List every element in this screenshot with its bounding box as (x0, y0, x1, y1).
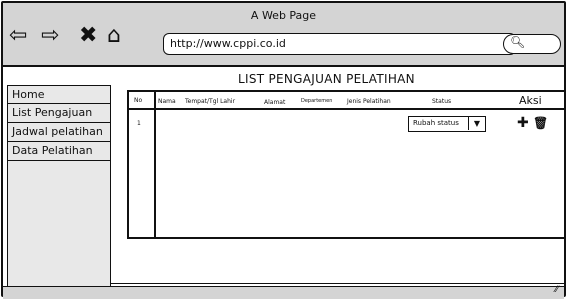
table-top-border (127, 90, 564, 92)
url-bar[interactable]: http://www.cppi.co.id (163, 33, 516, 55)
content-area (111, 65, 564, 284)
url-text: http://www.cppi.co.id (170, 37, 286, 50)
table-header-divider (127, 108, 564, 110)
header-departemen: Departemen (301, 98, 333, 104)
status-dropdown[interactable]: Rubah status ▼ (408, 116, 486, 132)
home-icon[interactable]: ⌂ (107, 25, 121, 47)
table-col-divider (154, 90, 156, 239)
add-icon[interactable]: ✚ (517, 115, 529, 131)
resize-grip-icon[interactable]: ⁄⁄ (555, 285, 558, 295)
row-1-no: 1 (137, 120, 141, 127)
header-status: Status (432, 98, 452, 105)
header-alamat: Alamat (264, 99, 286, 106)
sidebar-item-jadwal-pelatihan[interactable]: Jadwal pelatihan (7, 123, 111, 142)
close-icon[interactable]: ✖ (79, 25, 97, 47)
header-nama: Nama (158, 98, 176, 105)
page-title: LIST PENGAJUAN PELATIHAN (238, 72, 415, 86)
header-tempat-tgl-lahir: Tempat/Tgl Lahir (185, 98, 236, 105)
table-bottom-border (127, 237, 564, 239)
browser-window: A Web Page ⇦ ⇨ ✖ ⌂ http://www.cppi.co.id… (1, 1, 566, 299)
status-dropdown-value: Rubah status (413, 119, 459, 127)
header-no: No (134, 97, 143, 104)
status-bar: ⁄⁄ (3, 285, 564, 299)
search-field[interactable]: 🔍︎ (503, 34, 561, 54)
sidebar-item-list-pengajuan[interactable]: List Pengajuan (7, 104, 111, 123)
header-jenis-pelatihan: Jenis Pelatihan (347, 98, 391, 105)
header-aksi: Aksi (519, 94, 542, 107)
chevron-down-icon[interactable]: ▼ (468, 117, 485, 130)
sidebar-item-data-pelatihan[interactable]: Data Pelatihan (7, 142, 111, 161)
search-icon: 🔍︎ (510, 35, 526, 49)
sidebar-empty-area (7, 161, 111, 294)
sidebar: Home List Pengajuan Jadwal pelatihan Dat… (7, 85, 111, 294)
window-title: A Web Page (250, 9, 317, 22)
trash-icon[interactable]: 🗑︎ (533, 116, 548, 130)
back-arrow-icon[interactable]: ⇦ (9, 25, 27, 47)
forward-arrow-icon[interactable]: ⇨ (41, 25, 59, 47)
sidebar-item-home[interactable]: Home (7, 85, 111, 104)
table-left-border (127, 90, 129, 239)
browser-toolbar: A Web Page ⇦ ⇨ ✖ ⌂ http://www.cppi.co.id… (3, 3, 564, 67)
